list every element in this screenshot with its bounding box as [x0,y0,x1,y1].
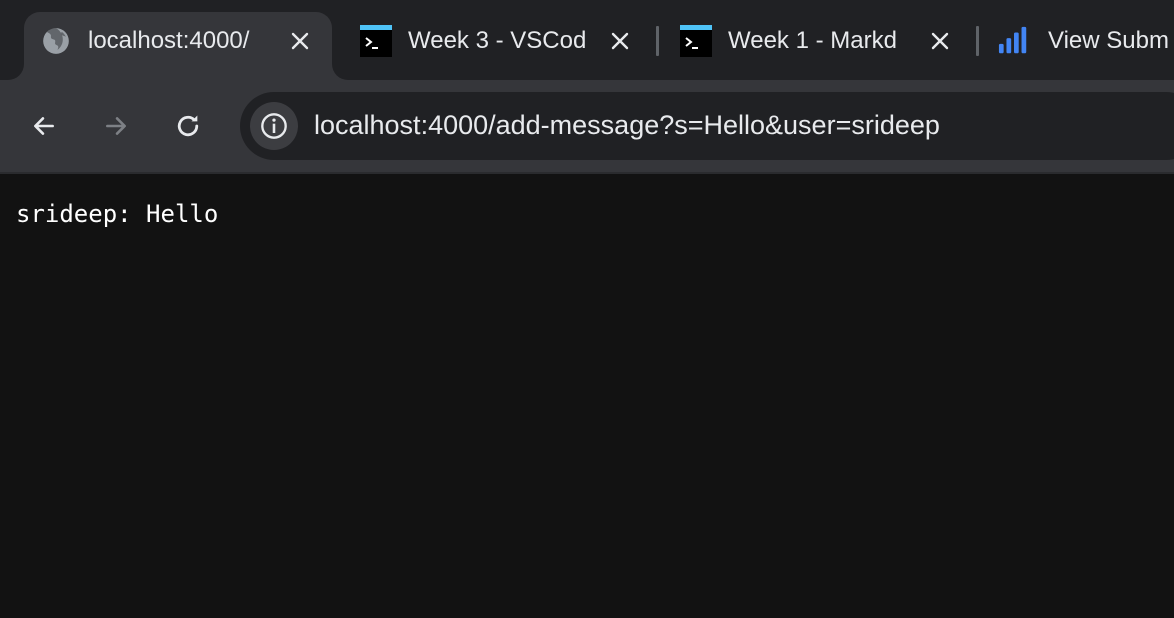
tab-curve-left [8,64,24,80]
url-text[interactable]: localhost:4000/add-message?s=Hello&user=… [314,108,940,142]
back-button[interactable] [24,106,64,146]
tab-separator [656,26,659,56]
forward-button[interactable] [96,106,136,146]
reload-icon [177,115,199,137]
address-bar[interactable]: localhost:4000/add-message?s=Hello&user=… [240,92,1174,160]
tab-view-submissions[interactable]: View Subm [986,12,1174,80]
toolbar-divider [0,172,1174,174]
tab-localhost[interactable]: localhost:4000/ [24,12,332,80]
info-icon [261,113,287,139]
tab-title: Week 3 - VSCod [408,27,587,54]
tab-strip: localhost:4000/ Week 3 - VSCod Week 1 - … [0,0,1174,80]
tab-title: Week 1 - Markd [728,27,897,54]
tab-week1-markdown[interactable]: Week 1 - Markd [666,12,966,80]
close-tab-icon[interactable] [285,26,315,56]
arrow-right-icon [106,117,126,135]
terminal-icon [360,25,392,57]
terminal-icon [680,25,712,57]
site-info-button[interactable] [250,102,298,150]
tab-week3-vscode[interactable]: Week 3 - VSCod [346,12,646,80]
arrow-left-icon [34,117,54,135]
tab-separator [976,26,979,56]
globe-icon [40,25,72,57]
reload-button[interactable] [168,106,208,146]
close-tab-icon[interactable] [925,26,955,56]
close-tab-icon[interactable] [605,26,635,56]
browser-toolbar: localhost:4000/add-message?s=Hello&user=… [0,80,1174,172]
message-text: srideep: Hello [16,200,219,228]
tab-title: View Subm [1048,27,1169,54]
bar-chart-icon [998,25,1030,57]
tab-title: localhost:4000/ [88,27,250,54]
